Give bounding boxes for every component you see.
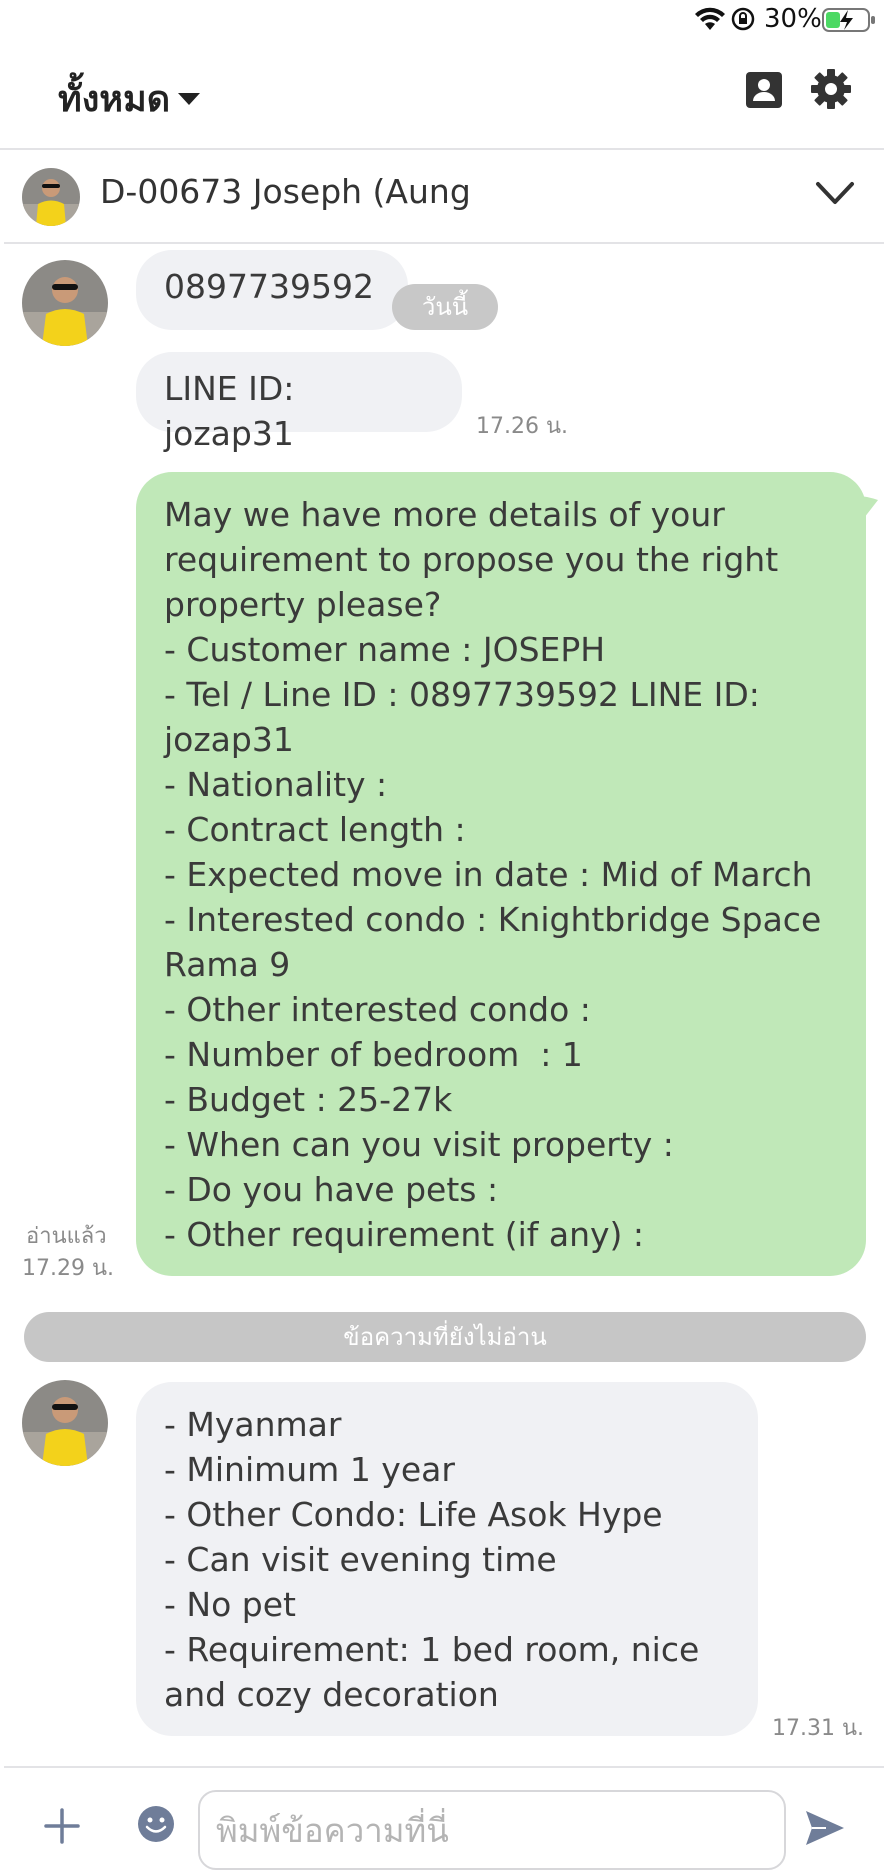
message-text: LINE ID: jozap31 [164, 369, 295, 453]
message-line: - Do you have pets : [164, 1170, 499, 1209]
message-line: - Tel / Line ID : 0897739592 LINE ID: [164, 675, 760, 714]
plus-icon[interactable] [42, 1806, 82, 1846]
gear-icon[interactable] [810, 68, 852, 110]
message-line: - Other interested condo : [164, 990, 591, 1029]
message-time: 17.31 น. [772, 1716, 865, 1741]
message-line: - Budget : 25-27k [164, 1080, 453, 1119]
message-line: - Contract length : [164, 810, 466, 849]
emoji-icon[interactable] [136, 1804, 176, 1844]
chat-filter-dropdown[interactable]: ทั้งหมด [58, 70, 201, 127]
avatar[interactable] [22, 1380, 108, 1466]
chevron-down-icon[interactable] [814, 178, 856, 210]
read-receipt: อ่านแล้ว [26, 1224, 107, 1249]
message-line: May we have more details of your [164, 495, 725, 534]
unread-divider: ข้อความที่ยังไม่อ่าน [24, 1312, 866, 1362]
message-line: - Customer name : JOSEPH [164, 630, 606, 669]
message-bubble[interactable]: LINE ID: jozap31 [136, 352, 462, 453]
message-line: - Other Condo: Life Asok Hype [164, 1495, 663, 1534]
message-line: jozap31 [164, 720, 294, 759]
bubble-tail [858, 496, 878, 518]
outgoing-message-bubble[interactable]: May we have more details of your requirem… [136, 472, 866, 1276]
message-line: Rama 9 [164, 945, 291, 984]
message-line: - Can visit evening time [164, 1540, 557, 1579]
message-text: - Myanmar - Minimum 1 year - Other Condo: … [164, 1402, 730, 1717]
message-bubble[interactable]: - Myanmar - Minimum 1 year - Other Condo: … [136, 1382, 758, 1736]
message-input[interactable] [198, 1790, 786, 1870]
wifi-icon [695, 7, 725, 30]
rotation-lock-icon [731, 7, 755, 31]
caret-down-icon [178, 92, 201, 105]
avatar[interactable] [22, 168, 80, 226]
avatar[interactable] [22, 260, 108, 346]
chat-name: D-00673 Joseph (Aung [100, 172, 471, 211]
status-bar: 30% [0, 0, 884, 40]
message-line: requirement to propose you the right [164, 540, 779, 579]
message-line: - Myanmar [164, 1405, 342, 1444]
date-chip: วันนี้ [392, 284, 498, 330]
chat-header: D-00673 Joseph (Aung [4, 150, 884, 244]
message-bubble[interactable]: 0897739592 [136, 250, 408, 330]
message-time: 17.26 น. [476, 414, 569, 439]
message-line: - Other requirement (if any) : [164, 1215, 644, 1254]
message-line: - Requirement: 1 bed room, nice [164, 1630, 700, 1669]
filter-label: ทั้งหมด [58, 79, 171, 120]
send-icon[interactable] [804, 1808, 846, 1848]
app-header: ทั้งหมด [0, 40, 884, 150]
contacts-icon[interactable] [744, 70, 784, 110]
battery-charging-icon [822, 8, 875, 32]
message-line: property please? [164, 585, 442, 624]
message-line: - When can you visit property : [164, 1125, 674, 1164]
message-line: - Interested condo : Knightbridge Space [164, 900, 822, 939]
message-composer [4, 1766, 884, 1870]
message-text: May we have more details of your requirem… [164, 492, 838, 1257]
message-text: 0897739592 [164, 267, 374, 306]
message-line: - Nationality : [164, 765, 388, 804]
message-line: - Number of bedroom : 1 [164, 1035, 583, 1074]
battery-percent: 30% [764, 4, 822, 34]
message-time: 17.29 น. [22, 1256, 115, 1281]
message-line: - Expected move in date : Mid of March [164, 855, 813, 894]
message-line: and cozy decoration [164, 1675, 499, 1714]
message-line: - No pet [164, 1585, 296, 1624]
message-line: - Minimum 1 year [164, 1450, 455, 1489]
